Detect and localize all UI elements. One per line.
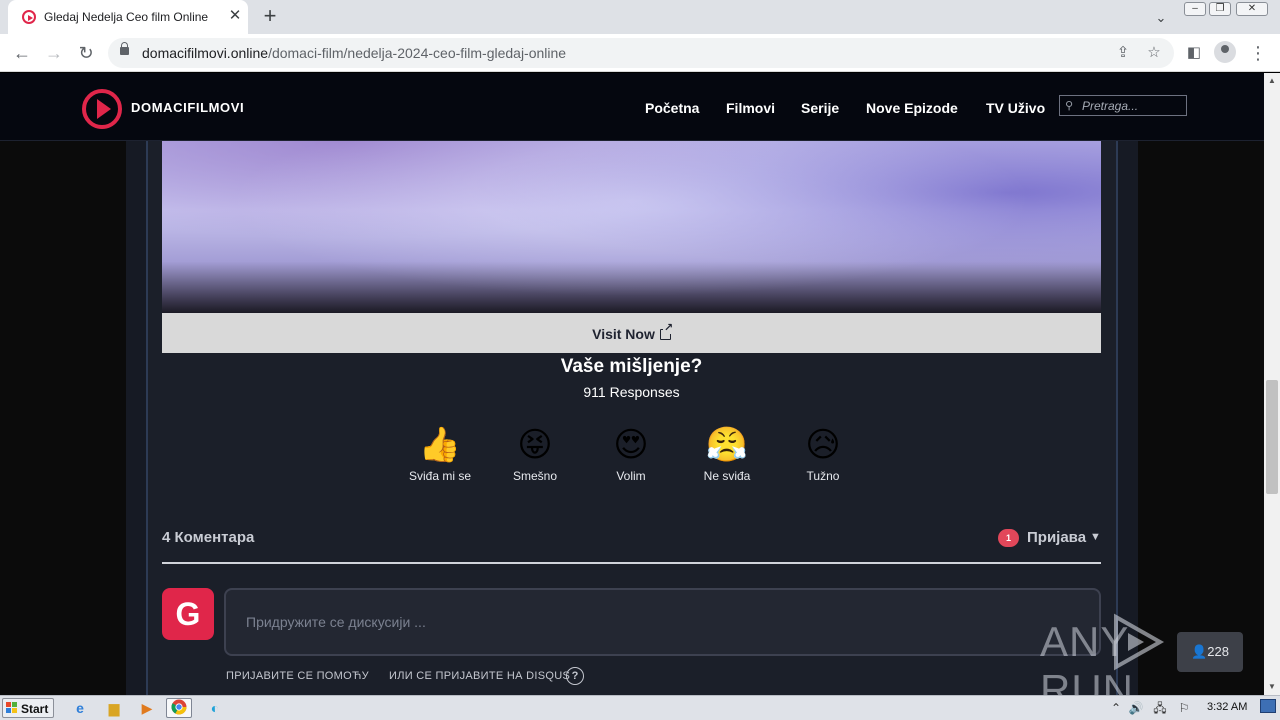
tray-expand-icon[interactable]: ⌃ bbox=[1108, 700, 1124, 716]
tab-title: Gledaj Nedelja Ceo film Online bbox=[44, 10, 209, 24]
new-tab-button[interactable]: + bbox=[258, 5, 282, 29]
reaction-label: Tužno bbox=[806, 469, 840, 483]
tab-strip: Gledaj Nedelja Ceo film Online ✕ + ⌄ – ❐… bbox=[0, 0, 1280, 34]
user-icon: 👤 bbox=[1191, 644, 1208, 659]
forward-arrow-icon[interactable]: → bbox=[42, 41, 66, 65]
notification-badge[interactable]: 1 bbox=[998, 529, 1019, 547]
scroll-down-arrow-icon[interactable]: ▼ bbox=[1264, 679, 1280, 695]
comments-divider bbox=[162, 562, 1101, 564]
tab-search-chevron-icon[interactable]: ⌄ bbox=[1150, 7, 1172, 29]
action-center-flag-icon[interactable]: ⚐ bbox=[1176, 700, 1192, 716]
reaction-ne-svida[interactable]: 😤 Ne sviđa bbox=[687, 423, 767, 483]
browser-toolbar: ← → ↻ domacifilmovi.online/domaci-film/n… bbox=[0, 34, 1280, 72]
address-bar[interactable]: domacifilmovi.online/domaci-film/nedelja… bbox=[108, 38, 1174, 68]
scroll-up-arrow-icon[interactable]: ▲ bbox=[1264, 73, 1280, 89]
site-logo-text[interactable]: DOMACIFILMOVI bbox=[131, 100, 244, 115]
internet-explorer-icon[interactable]: e bbox=[67, 698, 93, 718]
nav-item-pocetna[interactable]: Početna bbox=[645, 100, 699, 116]
lock-icon[interactable] bbox=[120, 42, 129, 55]
external-link-icon bbox=[659, 323, 674, 340]
site-favicon-icon bbox=[22, 10, 36, 24]
windows-logo-icon bbox=[6, 702, 18, 714]
comment-box[interactable] bbox=[224, 588, 1101, 656]
bookmark-star-icon[interactable]: ☆ bbox=[1142, 41, 1166, 65]
edge-icon[interactable]: ◐ bbox=[202, 698, 228, 718]
chrome-taskbar-icon[interactable] bbox=[166, 698, 192, 718]
reload-icon[interactable]: ↻ bbox=[74, 41, 98, 65]
volume-icon[interactable]: 🔊 bbox=[1128, 700, 1144, 716]
vertical-scrollbar[interactable]: ▲ ▼ bbox=[1264, 73, 1280, 695]
visit-now-button[interactable]: Visit Now bbox=[162, 313, 1101, 353]
help-icon[interactable]: ? bbox=[566, 667, 584, 685]
window-close-button[interactable]: ✕ bbox=[1236, 2, 1268, 16]
nav-item-tv-uzivo[interactable]: TV Uživo bbox=[986, 100, 1045, 116]
taskbar-clock[interactable]: 3:32 AM bbox=[1207, 701, 1247, 713]
search-input[interactable] bbox=[1082, 98, 1182, 113]
minimize-button[interactable]: – bbox=[1184, 2, 1206, 16]
ad-video-image[interactable] bbox=[162, 141, 1101, 313]
login-with-label: ПРИЈАВИТЕ СЕ ПОМОЋУ bbox=[226, 670, 369, 682]
menu-kebab-icon[interactable]: ⋮ bbox=[1246, 41, 1270, 65]
thumbs-up-icon: 👍 bbox=[418, 426, 462, 464]
network-icon[interactable]: 🖧 bbox=[1152, 700, 1168, 716]
online-count: 228 bbox=[1207, 644, 1229, 659]
side-panel-icon[interactable]: ◧ bbox=[1182, 41, 1206, 65]
reaction-smesno[interactable]: 😝 Smešno bbox=[495, 423, 575, 483]
reactions-title: Vaše mišljenje? bbox=[560, 356, 703, 377]
start-label: Start bbox=[21, 702, 49, 716]
profile-avatar-icon[interactable] bbox=[1214, 41, 1236, 63]
browser-tab[interactable]: Gledaj Nedelja Ceo film Online ✕ bbox=[8, 0, 248, 34]
site-search[interactable]: ⚲ bbox=[1059, 95, 1187, 116]
login-label[interactable]: Пријава bbox=[1027, 529, 1086, 546]
media-player-icon[interactable]: ▶ bbox=[134, 698, 160, 718]
scrollbar-thumb[interactable] bbox=[1266, 380, 1278, 494]
comments-count[interactable]: 4 Коментара bbox=[162, 529, 254, 546]
watermark-play-icon bbox=[1110, 613, 1166, 671]
online-users-badge: 👤228 bbox=[1177, 632, 1243, 672]
comment-input[interactable] bbox=[246, 612, 1066, 632]
reaction-svida-mi-se[interactable]: 👍 Sviđa mi se bbox=[400, 423, 480, 483]
file-explorer-icon[interactable]: ▆ bbox=[101, 698, 127, 718]
nav-item-serije[interactable]: Serije bbox=[801, 100, 839, 116]
nav-item-nove-epizode[interactable]: Nove Epizode bbox=[866, 100, 958, 116]
caret-down-icon[interactable]: ▼ bbox=[1090, 531, 1101, 543]
visit-now-label: Visit Now bbox=[592, 326, 655, 342]
user-avatar: G bbox=[162, 588, 214, 640]
page-viewport: DOMACIFILMOVI Početna Filmovi Serije Nov… bbox=[0, 73, 1264, 695]
show-desktop-button[interactable] bbox=[1260, 699, 1276, 713]
angry-face-icon: 😤 bbox=[705, 426, 749, 464]
sad-face-icon: 😥 bbox=[805, 426, 841, 464]
restore-button[interactable]: ❐ bbox=[1209, 2, 1231, 16]
reaction-tuzno[interactable]: 😥 Tužno bbox=[783, 423, 863, 483]
laughing-face-icon: 😝 bbox=[517, 426, 553, 464]
reaction-label: Volim bbox=[616, 469, 646, 483]
nav-item-filmovi[interactable]: Filmovi bbox=[726, 100, 775, 116]
share-icon[interactable]: ⇪ bbox=[1111, 41, 1135, 65]
reaction-label: Ne sviđa bbox=[703, 469, 751, 483]
search-icon: ⚲ bbox=[1065, 100, 1074, 112]
back-arrow-icon[interactable]: ← bbox=[10, 41, 34, 65]
tab-close-icon[interactable]: ✕ bbox=[226, 7, 244, 25]
url-text[interactable]: domacifilmovi.online/domaci-film/nedelja… bbox=[142, 45, 566, 61]
windows-taskbar: Start e ▆ ▶ ◐ ⌃ 🔊 🖧 ⚐ 3:32 AM bbox=[0, 695, 1280, 720]
reaction-label: Smešno bbox=[512, 469, 558, 483]
start-button[interactable]: Start bbox=[2, 698, 54, 718]
site-header: DOMACIFILMOVI Početna Filmovi Serije Nov… bbox=[0, 73, 1264, 141]
responses-count: 911 Responses bbox=[583, 384, 680, 400]
heart-eyes-icon: 😍 bbox=[613, 426, 649, 464]
site-logo-icon[interactable] bbox=[82, 89, 122, 129]
disqus-login-link[interactable]: ИЛИ СЕ ПРИЈАВИТЕ НА DISQUS bbox=[389, 670, 570, 682]
reaction-volim[interactable]: 😍 Volim bbox=[591, 423, 671, 483]
reaction-label: Sviđa mi se bbox=[408, 469, 472, 483]
